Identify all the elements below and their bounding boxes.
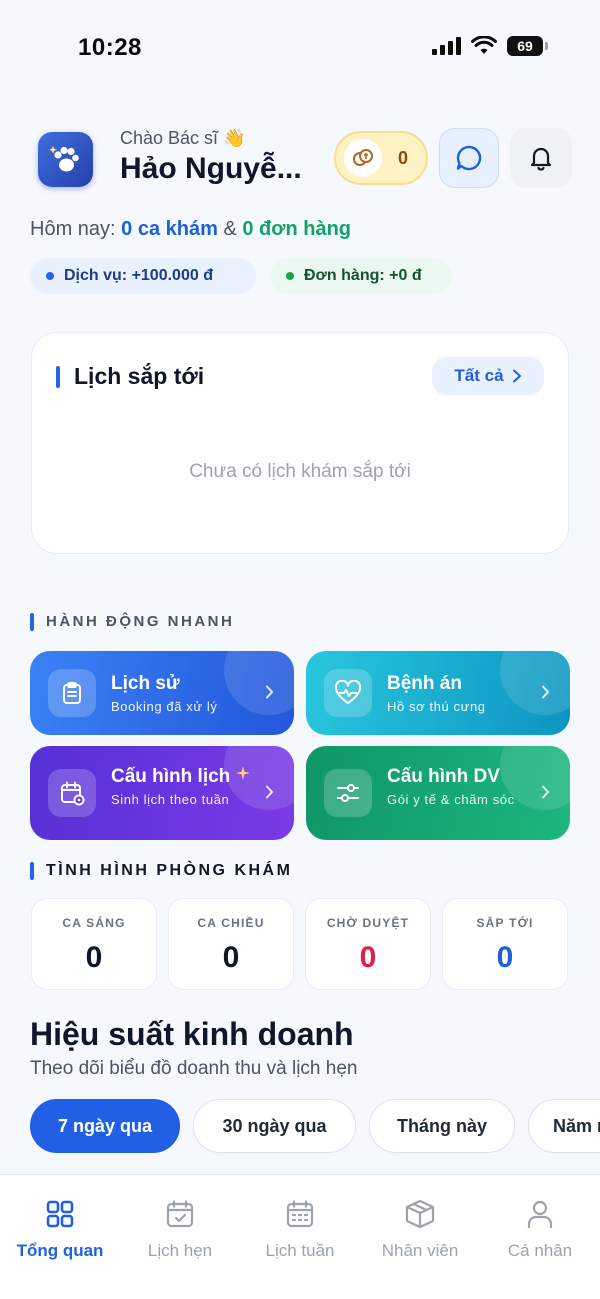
- today-joiner: &: [217, 218, 243, 240]
- empty-schedule-text: Chưa có lịch khám sắp tới: [189, 461, 411, 482]
- schedule-config-title: Cấu hình lịch: [111, 766, 250, 788]
- today-prefix: Hôm nay:: [30, 218, 122, 240]
- today-orders: 0 đơn hàng: [242, 218, 352, 240]
- history-title: Lịch sử: [111, 673, 180, 694]
- calendar-week-icon: [286, 1200, 314, 1228]
- chevron-right-icon: [542, 785, 550, 799]
- history-action-card[interactable]: Lịch sử Booking đã xử lý: [30, 651, 294, 735]
- range-tab-30-days[interactable]: 30 ngày qua: [193, 1099, 356, 1153]
- bottom-navigation: Tổng quan Lịch hẹn Lịch tuần Nhân viên C…: [0, 1174, 600, 1299]
- service-revenue-pill: Dịch vụ: +100.000 đ: [30, 258, 256, 294]
- service-config-action-card[interactable]: Cấu hình DV Gói y tế & chăm sóc: [306, 746, 570, 840]
- stat-value: 0: [496, 941, 514, 974]
- stat-card-pending: CHỜ DUYỆT 0: [305, 898, 431, 990]
- coin-balance-button[interactable]: 0: [334, 131, 428, 185]
- stat-card-upcoming: SẮP TỚI 0: [442, 898, 568, 990]
- stat-label: SẮP TỚI: [476, 916, 534, 930]
- see-all-label: Tất cả: [454, 366, 504, 385]
- clipboard-icon: [48, 669, 96, 717]
- date-range-tabs: 7 ngày qua 30 ngày qua Tháng này Năm nay: [30, 1099, 600, 1155]
- service-config-title: Cấu hình DV: [387, 766, 500, 787]
- chevron-right-icon: [542, 685, 550, 699]
- grid-icon: [46, 1200, 74, 1228]
- quick-actions-label: HÀNH ĐỘNG NHANH: [30, 613, 234, 631]
- range-tab-this-year[interactable]: Năm nay: [528, 1099, 600, 1153]
- sparkle-icon: [235, 766, 250, 780]
- bell-icon: [530, 147, 552, 171]
- battery-level: 69: [507, 36, 543, 56]
- nav-label: Lịch hẹn: [147, 1241, 213, 1260]
- order-revenue-pill: Đơn hàng: +0 đ: [270, 258, 452, 294]
- upcoming-title: Lịch sắp tới: [56, 363, 204, 390]
- nav-item-overview[interactable]: Tổng quan: [0, 1199, 120, 1261]
- heart-pulse-icon: [324, 669, 372, 717]
- coin-balance: 0: [398, 147, 409, 168]
- clinic-status-label: TÌNH HÌNH PHÒNG KHÁM: [30, 862, 292, 880]
- status-bar: 10:28 69: [0, 0, 600, 100]
- service-config-subtitle: Gói y tế & chăm sóc: [387, 792, 515, 807]
- service-revenue-text: Dịch vụ: +100.000 đ: [64, 267, 213, 284]
- sliders-icon: [324, 769, 372, 817]
- chat-button[interactable]: [439, 128, 499, 188]
- history-subtitle: Booking đã xử lý: [111, 699, 218, 714]
- coins-icon: [344, 139, 382, 177]
- range-tab-this-month[interactable]: Tháng này: [369, 1099, 515, 1153]
- order-revenue-text: Đơn hàng: +0 đ: [304, 267, 422, 284]
- stat-card-morning: CA SÁNG 0: [31, 898, 157, 990]
- medical-records-action-card[interactable]: Bệnh án Hồ sơ thú cưng: [306, 651, 570, 735]
- stat-label: CHỜ DUYỆT: [326, 916, 410, 930]
- wifi-icon: [471, 36, 497, 54]
- stat-value: 0: [85, 941, 103, 974]
- stat-label: CA SÁNG: [62, 916, 126, 930]
- performance-subtitle: Theo dõi biểu đồ doanh thu và lịch hẹn: [30, 1058, 358, 1079]
- chevron-right-icon: [512, 369, 521, 383]
- stat-card-afternoon: CA CHIỀU 0: [168, 898, 294, 990]
- upcoming-schedule-card: Lịch sắp tới Tất cả Chưa có lịch khám sắ…: [31, 332, 569, 554]
- blue-dot-icon: [46, 272, 54, 280]
- records-title: Bệnh án: [387, 673, 462, 694]
- calendar-check-icon: [166, 1200, 194, 1228]
- nav-item-profile[interactable]: Cá nhân: [480, 1199, 600, 1261]
- nav-item-staff[interactable]: Nhân viên: [360, 1199, 480, 1261]
- chevron-right-icon: [266, 685, 274, 699]
- calendar-settings-icon: [48, 769, 96, 817]
- chevron-right-icon: [266, 785, 274, 799]
- nav-item-weekly-schedule[interactable]: Lịch tuần: [240, 1199, 360, 1261]
- stat-value: 0: [222, 941, 240, 974]
- box-icon: [405, 1199, 435, 1229]
- user-icon: [527, 1200, 553, 1229]
- greeting-text: Chào Bác sĩ 👋: [120, 128, 246, 148]
- green-dot-icon: [286, 272, 294, 280]
- schedule-config-subtitle: Sinh lịch theo tuần: [111, 792, 230, 807]
- app-logo: [38, 132, 93, 187]
- status-time: 10:28: [78, 34, 142, 61]
- nav-label: Lịch tuần: [265, 1241, 335, 1260]
- range-tab-7-days[interactable]: 7 ngày qua: [30, 1099, 180, 1153]
- chat-bubble-icon: [456, 145, 482, 171]
- schedule-config-action-card[interactable]: Cấu hình lịch Sinh lịch theo tuần: [30, 746, 294, 840]
- battery-icon: 69: [507, 36, 548, 56]
- performance-title: Hiệu suất kinh doanh: [30, 1016, 354, 1052]
- nav-label: Cá nhân: [507, 1241, 573, 1260]
- nav-label: Tổng quan: [16, 1241, 104, 1260]
- records-subtitle: Hồ sơ thú cưng: [387, 699, 486, 714]
- cellular-signal-icon: [432, 37, 461, 55]
- stat-label: CA CHIỀU: [197, 916, 265, 930]
- nav-item-appointments[interactable]: Lịch hẹn: [120, 1199, 240, 1261]
- notifications-button[interactable]: [510, 128, 572, 188]
- today-appointments: 0 ca khám: [121, 218, 218, 240]
- see-all-button[interactable]: Tất cả: [432, 357, 544, 395]
- status-icons: 69: [432, 36, 548, 56]
- nav-label: Nhân viên: [381, 1241, 459, 1260]
- header: Chào Bác sĩ 👋 Hảo Nguyễ... 0: [38, 128, 572, 190]
- stat-value: 0: [359, 941, 377, 974]
- today-summary: Hôm nay: 0 ca khám & 0 đơn hàng: [30, 218, 351, 241]
- doctor-name: Hảo Nguyễ...: [120, 152, 302, 185]
- paw-icon: [48, 145, 79, 171]
